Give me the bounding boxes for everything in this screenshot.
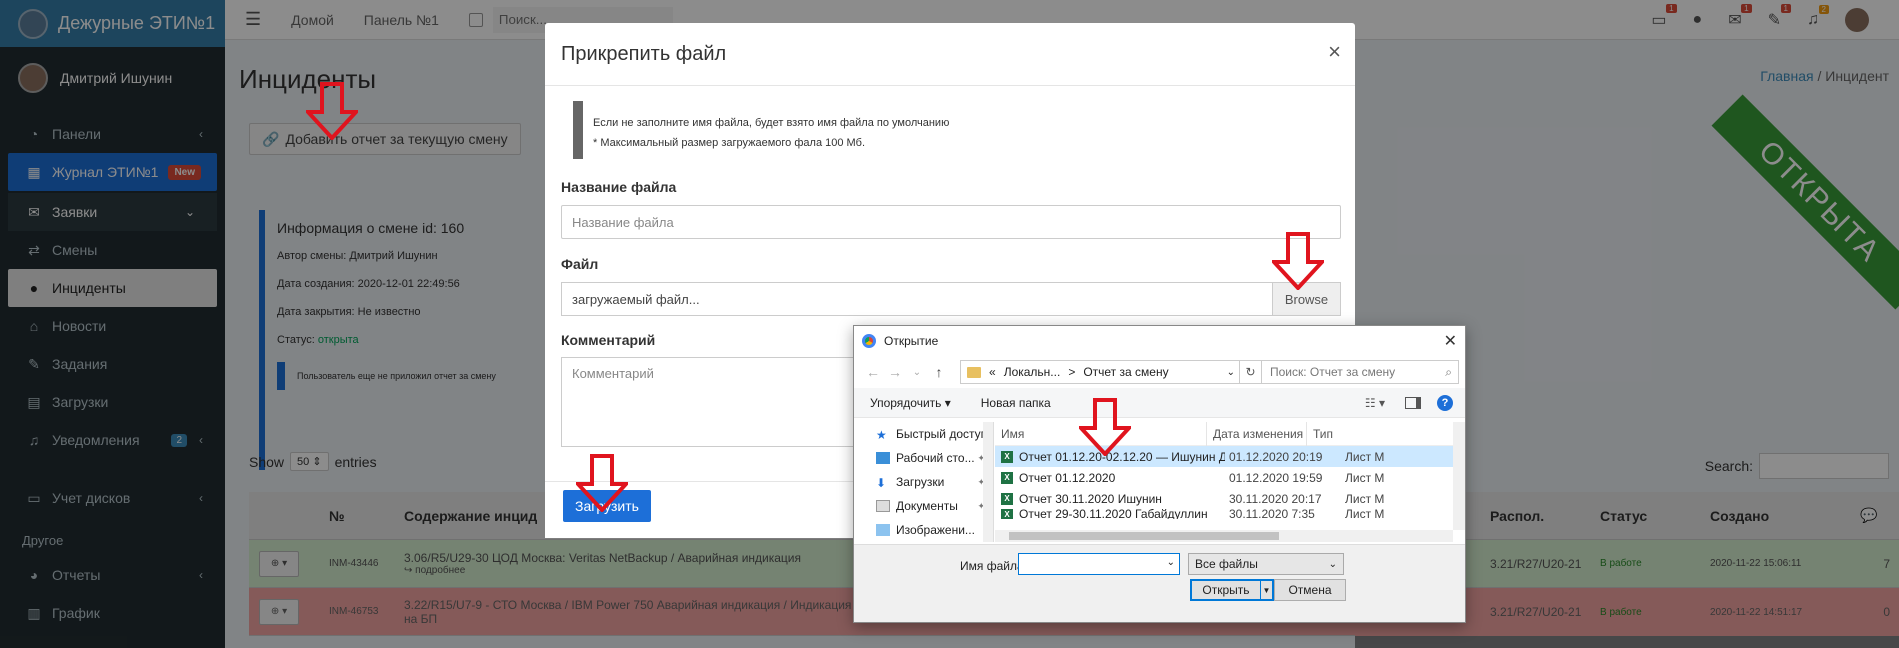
modal-hint: Если не заполните имя файла, будет взято… xyxy=(573,101,1343,159)
nav-label: Быстрый доступ xyxy=(896,427,988,441)
hscroll-thumb[interactable] xyxy=(1009,532,1279,540)
dialog-search-input[interactable]: Поиск: Отчет за смену ⌕ xyxy=(1261,360,1459,384)
file-type: Лист M xyxy=(1345,470,1385,485)
nav-label: Загрузки xyxy=(896,475,945,489)
filename-input[interactable]: Название файла xyxy=(561,205,1341,239)
file-name: Отчет 01.12.2020 xyxy=(1019,470,1116,485)
file-item[interactable]: X Отчет 29-30.11.2020 Габайдуллин 30.11.20… xyxy=(995,509,1465,519)
column-date[interactable]: Дата изменения xyxy=(1207,421,1307,446)
download-icon: ⬇ xyxy=(876,476,887,490)
file-item[interactable]: X Отчет 30.11.2020 Ишунин 30.11.2020 20:17… xyxy=(995,488,1465,509)
filter-value: Все файлы xyxy=(1195,557,1258,571)
file-date: 01.12.2020 20:19 xyxy=(1229,449,1323,464)
nav-pictures[interactable]: Изображени... xyxy=(854,518,993,542)
star-icon: ★ xyxy=(876,428,887,442)
file-list-hscroll[interactable] xyxy=(995,530,1453,542)
nav-label: Изображени... xyxy=(896,523,975,537)
file-item[interactable]: X Отчет 01.12.2020 01.12.2020 19:59 Лист M xyxy=(995,467,1465,488)
file-date: 30.11.2020 20:17 xyxy=(1229,491,1322,506)
path-prefix: « xyxy=(989,365,996,379)
file-date: 01.12.2020 19:59 xyxy=(1229,470,1323,485)
excel-icon: X xyxy=(1001,450,1013,463)
file-type: Лист M xyxy=(1345,449,1385,464)
file-type: Лист M xyxy=(1345,509,1385,519)
search-icon: ⌕ xyxy=(1445,364,1452,379)
filename-placeholder: Название файла xyxy=(572,214,674,230)
chevron-down-icon[interactable]: ⌄ xyxy=(906,367,928,378)
file-input[interactable]: загружаемый файл... Browse xyxy=(561,282,1341,316)
annotation-arrow-down-icon xyxy=(1079,398,1131,456)
address-bar: ← → ⌄ ↑ « Локальн... > Отчет за смену ⌄ … xyxy=(862,360,1459,384)
chrome-icon xyxy=(862,334,876,348)
dialog-bottom: Имя файла: ⌄ Все файлы ⌄ Открыть ▼ Отмена xyxy=(854,544,1465,622)
path-part-2[interactable]: Отчет за смену xyxy=(1083,365,1168,379)
open-dropdown-arrow[interactable]: ▼ xyxy=(1260,579,1274,601)
excel-icon: X xyxy=(1001,471,1013,484)
file-name: Отчет 30.11.2020 Ишунин xyxy=(1019,491,1162,506)
nav-quick-access[interactable]: ★ Быстрый доступ xyxy=(854,422,993,446)
path-field[interactable]: « Локальн... > Отчет за смену ⌄ xyxy=(960,360,1240,384)
file-list-header: Имя Дата изменения Тип xyxy=(995,421,1465,446)
dialog-search-placeholder: Поиск: Отчет за смену xyxy=(1270,365,1396,379)
chevron-down-icon: ⌄ xyxy=(1328,558,1337,570)
documents-icon xyxy=(876,500,890,512)
column-type[interactable]: Тип xyxy=(1307,422,1357,446)
file-name: Отчет 29-30.11.2020 Габайдуллин xyxy=(1019,509,1208,519)
file-item[interactable]: X Отчет 01.12.20-02.12.20 — Ишунин Д 01.12… xyxy=(995,446,1465,467)
dialog-titlebar: Открытие xyxy=(854,326,1465,356)
hint-line-1: Если не заполните имя файла, будет взято… xyxy=(593,117,950,129)
organize-button[interactable]: Упорядочить ▾ xyxy=(870,396,951,410)
close-icon[interactable]: ✕ xyxy=(1444,331,1457,351)
filename-field[interactable]: ⌄ xyxy=(1018,553,1180,575)
folder-icon xyxy=(967,366,981,378)
file-label: Файл xyxy=(561,256,599,272)
cancel-button[interactable]: Отмена xyxy=(1274,579,1346,601)
nav-documents[interactable]: Документы ✦ xyxy=(854,494,993,518)
annotation-arrow-down-icon xyxy=(576,454,628,512)
nav-scrollbar[interactable] xyxy=(983,422,993,542)
file-list-vscroll[interactable] xyxy=(1453,422,1465,530)
open-file-dialog: Открытие ✕ ← → ⌄ ↑ « Локальн... > Отчет … xyxy=(853,325,1466,623)
file-list: Имя Дата изменения Тип X Отчет 01.12.20-0… xyxy=(995,421,1465,542)
help-icon[interactable]: ? xyxy=(1437,394,1453,411)
excel-icon: X xyxy=(1001,509,1013,519)
nav-desktop[interactable]: Рабочий сто... ✦ xyxy=(854,446,993,470)
back-icon[interactable]: ← xyxy=(862,364,884,380)
file-type: Лист M xyxy=(1345,491,1385,506)
chevron-down-icon[interactable]: ⌄ xyxy=(1167,557,1175,568)
desktop-icon xyxy=(876,452,890,464)
comment-label: Комментарий xyxy=(561,332,656,348)
path-separator: > xyxy=(1068,365,1076,379)
view-options-icon[interactable]: ☷ ▾ xyxy=(1365,396,1385,410)
dialog-toolbar: Упорядочить ▾ Новая папка ☷ ▾ ? xyxy=(854,388,1465,418)
hint-line-2: * Максимальный размер загружаемого фала … xyxy=(593,137,866,149)
filename-label: Название файла xyxy=(561,179,677,195)
forward-icon[interactable]: → xyxy=(884,364,906,380)
annotation-arrow-down-icon xyxy=(306,82,358,140)
nav-label: Документы xyxy=(896,499,958,513)
chevron-down-icon[interactable]: ⌄ xyxy=(1227,367,1235,378)
filename-field-label: Имя файла: xyxy=(960,559,1027,573)
file-date: 30.11.2020 7:35 xyxy=(1229,509,1315,519)
annotation-arrow-down-icon xyxy=(1272,232,1324,290)
open-button[interactable]: Открыть xyxy=(1190,579,1262,601)
file-type-filter[interactable]: Все файлы ⌄ xyxy=(1188,553,1344,575)
preview-pane-icon[interactable] xyxy=(1405,396,1421,409)
file-value: загружаемый файл... xyxy=(572,291,700,307)
comment-placeholder: Комментарий xyxy=(572,366,654,381)
dialog-nav-pane: ★ Быстрый доступ Рабочий сто... ✦ ⬇ Загрузк… xyxy=(854,422,994,542)
nav-downloads[interactable]: ⬇ Загрузки ✦ xyxy=(854,470,993,494)
path-part-1[interactable]: Локальн... xyxy=(1004,365,1061,379)
refresh-icon[interactable]: ↻ xyxy=(1240,360,1262,384)
excel-icon: X xyxy=(1001,492,1013,505)
close-icon[interactable]: × xyxy=(1328,39,1341,65)
comment-textarea[interactable]: Комментарий xyxy=(561,357,881,447)
nav-label: Рабочий сто... xyxy=(896,451,975,465)
up-icon[interactable]: ↑ xyxy=(928,364,950,380)
dialog-title: Открытие xyxy=(884,334,939,348)
new-folder-button[interactable]: Новая папка xyxy=(981,396,1051,410)
modal-title: Прикрепить файл xyxy=(545,23,1355,86)
pictures-icon xyxy=(876,524,890,536)
